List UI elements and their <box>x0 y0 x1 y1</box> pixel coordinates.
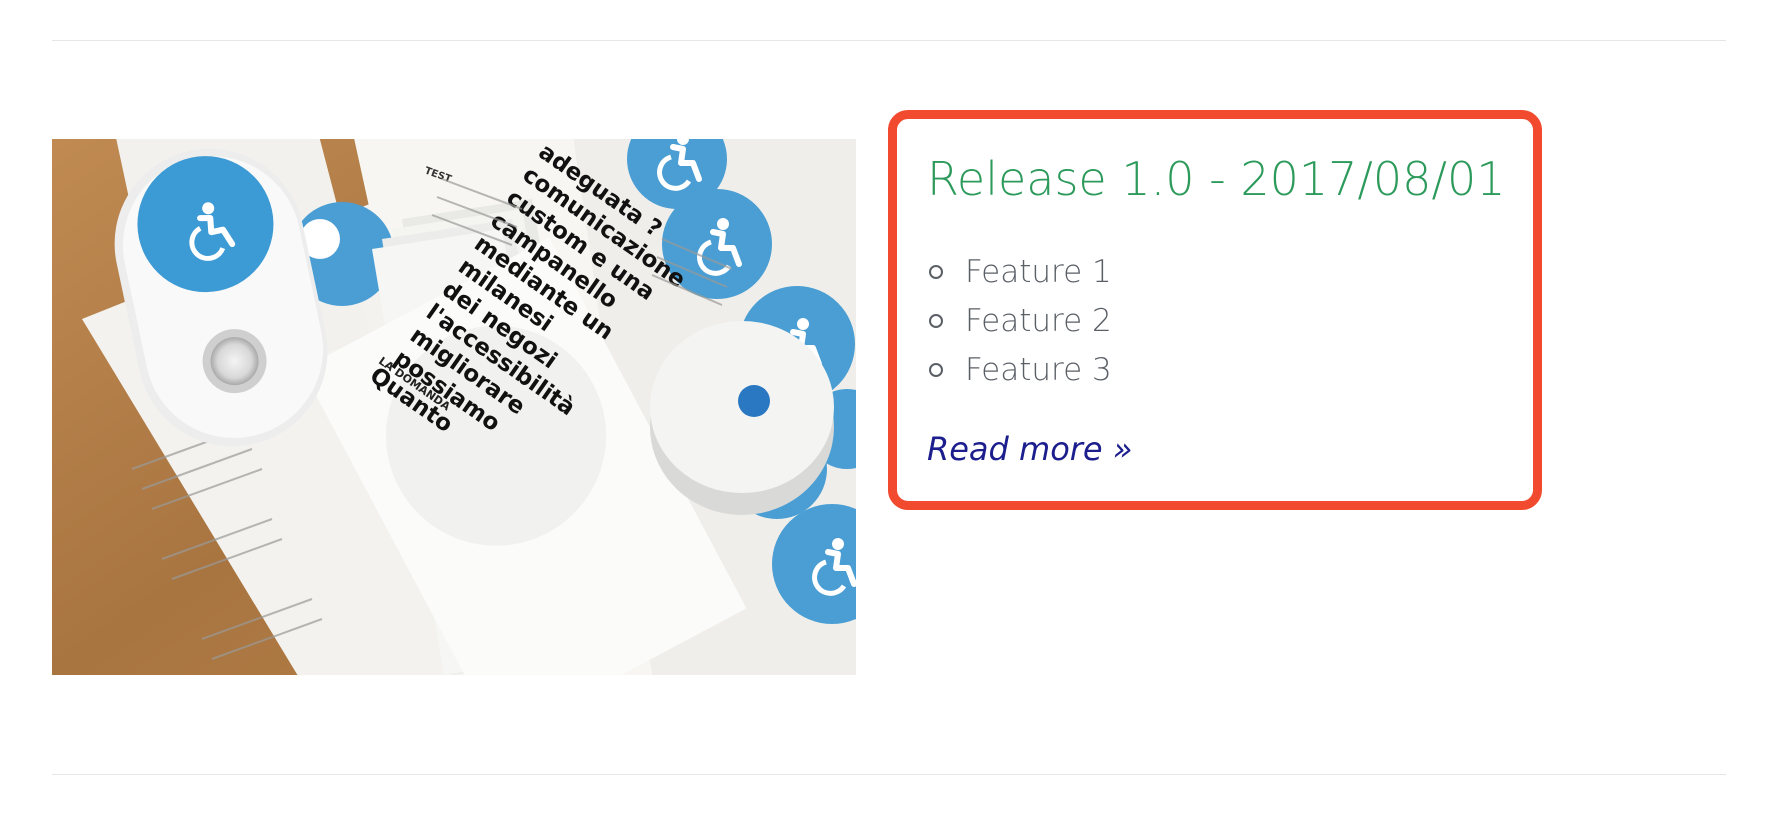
bullet-icon <box>929 362 943 377</box>
feature-item: Feature 3 <box>927 345 1112 394</box>
feature-label: Feature 1 <box>965 253 1112 290</box>
bullet-icon <box>929 313 943 328</box>
feature-item: Feature 2 <box>927 296 1112 345</box>
release-card: Release 1.0 - 2017/08/01 Feature 1 Featu… <box>888 110 1542 510</box>
feature-item: Feature 1 <box>927 247 1112 296</box>
release-photo: LA DOMANDA Quanto possiamo migliorare l'… <box>52 139 856 675</box>
release-title: Release 1.0 - 2017/08/01 <box>927 152 1506 206</box>
top-divider <box>52 40 1726 41</box>
read-more-link[interactable]: Read more » <box>927 430 1133 468</box>
feature-list: Feature 1 Feature 2 Feature 3 <box>927 247 1112 394</box>
bottom-divider <box>52 774 1726 775</box>
feature-label: Feature 3 <box>965 351 1112 388</box>
bullet-icon <box>929 264 943 279</box>
feature-label: Feature 2 <box>965 302 1112 339</box>
